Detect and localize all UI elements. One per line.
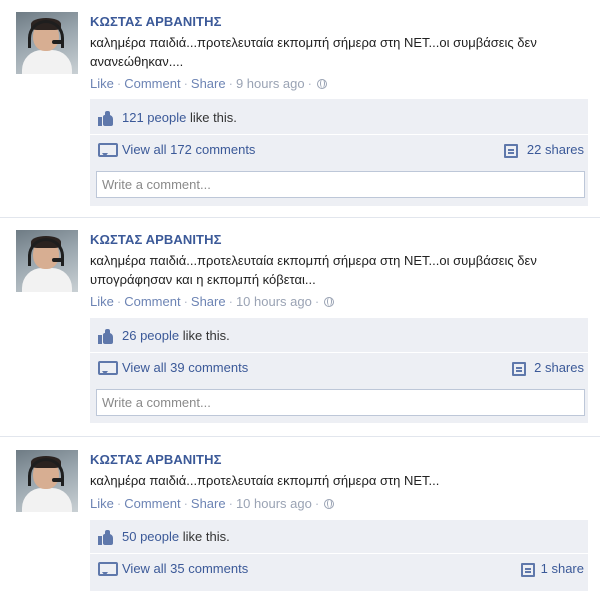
share-link[interactable]: Share <box>191 76 226 91</box>
shares-count-link[interactable]: 2 shares <box>534 360 584 375</box>
comment-link[interactable]: Comment <box>124 294 180 309</box>
share-link[interactable]: Share <box>191 496 226 511</box>
post-actions: Like · Comment · Share · 9 hours ago · <box>90 76 327 91</box>
view-all-comments-link[interactable]: View all 39 comments <box>122 360 248 375</box>
feedback-box: 26 people like this. View all 39 comment… <box>90 318 588 423</box>
share-doc-icon <box>504 144 518 158</box>
comments-row: View all 172 comments 22 shares <box>90 134 588 164</box>
like-link[interactable]: Like <box>90 294 114 309</box>
speech-bubble-icon <box>98 361 118 375</box>
author-name-link[interactable]: ΚΩΣΤΑΣ ΑΡΒΑΝΙΤΗΣ <box>90 232 221 247</box>
likes-count-link[interactable]: 26 people <box>122 328 179 343</box>
comment-input[interactable]: Write a comment... <box>96 389 585 416</box>
thumbs-up-icon <box>98 111 115 126</box>
post-timestamp[interactable]: 10 hours ago <box>236 294 312 309</box>
shares-count-link[interactable]: 1 share <box>541 561 584 576</box>
speech-bubble-icon <box>98 143 118 157</box>
likes-suffix: like this. <box>179 328 230 343</box>
shares-count-link[interactable]: 22 shares <box>527 142 584 157</box>
post-timestamp[interactable]: 9 hours ago <box>236 76 305 91</box>
globe-icon <box>324 297 335 307</box>
like-link[interactable]: Like <box>90 76 114 91</box>
post-message: καλημέρα παιδιά...προτελευταία εκπομπή σ… <box>90 253 537 287</box>
share-doc-icon <box>512 362 526 376</box>
comments-row: View all 39 comments 2 shares <box>90 352 588 382</box>
post-actions: Like · Comment · Share · 10 hours ago · <box>90 496 335 511</box>
feedback-box: 50 people like this. View all 35 comment… <box>90 520 588 591</box>
view-all-comments-link[interactable]: View all 172 comments <box>122 142 255 157</box>
feed-post: ΚΩΣΤΑΣ ΑΡΒΑΝΙΤΗΣ καλημέρα παιδιά...προτε… <box>0 12 600 212</box>
author-avatar[interactable] <box>16 12 78 74</box>
likes-row: 50 people like this. <box>90 522 588 552</box>
likes-count-link[interactable]: 121 people <box>122 110 186 125</box>
feed-post: ΚΩΣΤΑΣ ΑΡΒΑΝΙΤΗΣ καλημέρα παιδιά...προτε… <box>0 450 600 591</box>
likes-count-link[interactable]: 50 people <box>122 529 179 544</box>
post-message: καλημέρα παιδιά...προτελευταία εκπομπή σ… <box>90 35 537 69</box>
comment-link[interactable]: Comment <box>124 76 180 91</box>
like-link[interactable]: Like <box>90 496 114 511</box>
author-avatar[interactable] <box>16 230 78 292</box>
globe-icon <box>316 79 327 89</box>
comments-row: View all 35 comments 1 share <box>90 553 588 583</box>
post-message: καλημέρα παιδιά...προτελευταία εκπομπή σ… <box>90 473 440 488</box>
post-timestamp[interactable]: 10 hours ago <box>236 496 312 511</box>
thumbs-up-icon <box>98 329 115 344</box>
likes-suffix: like this. <box>186 110 237 125</box>
view-all-comments-link[interactable]: View all 35 comments <box>122 561 248 576</box>
feedback-box: 121 people like this. View all 172 comme… <box>90 99 588 206</box>
feed-post: ΚΩΣΤΑΣ ΑΡΒΑΝΙΤΗΣ καλημέρα παιδιά...προτε… <box>0 230 600 430</box>
comment-link[interactable]: Comment <box>124 496 180 511</box>
thumbs-up-icon <box>98 530 115 545</box>
author-name-link[interactable]: ΚΩΣΤΑΣ ΑΡΒΑΝΙΤΗΣ <box>90 14 221 29</box>
speech-bubble-icon <box>98 562 118 576</box>
author-name-link[interactable]: ΚΩΣΤΑΣ ΑΡΒΑΝΙΤΗΣ <box>90 452 221 467</box>
share-link[interactable]: Share <box>191 294 226 309</box>
likes-row: 26 people like this. <box>90 321 588 351</box>
author-avatar[interactable] <box>16 450 78 512</box>
post-divider <box>0 217 600 218</box>
globe-icon <box>324 499 335 509</box>
likes-suffix: like this. <box>179 529 230 544</box>
comment-input[interactable]: Write a comment... <box>96 171 585 198</box>
likes-row: 121 people like this. <box>90 103 588 133</box>
post-actions: Like · Comment · Share · 10 hours ago · <box>90 294 335 309</box>
share-doc-icon <box>521 563 535 577</box>
post-divider <box>0 436 600 437</box>
